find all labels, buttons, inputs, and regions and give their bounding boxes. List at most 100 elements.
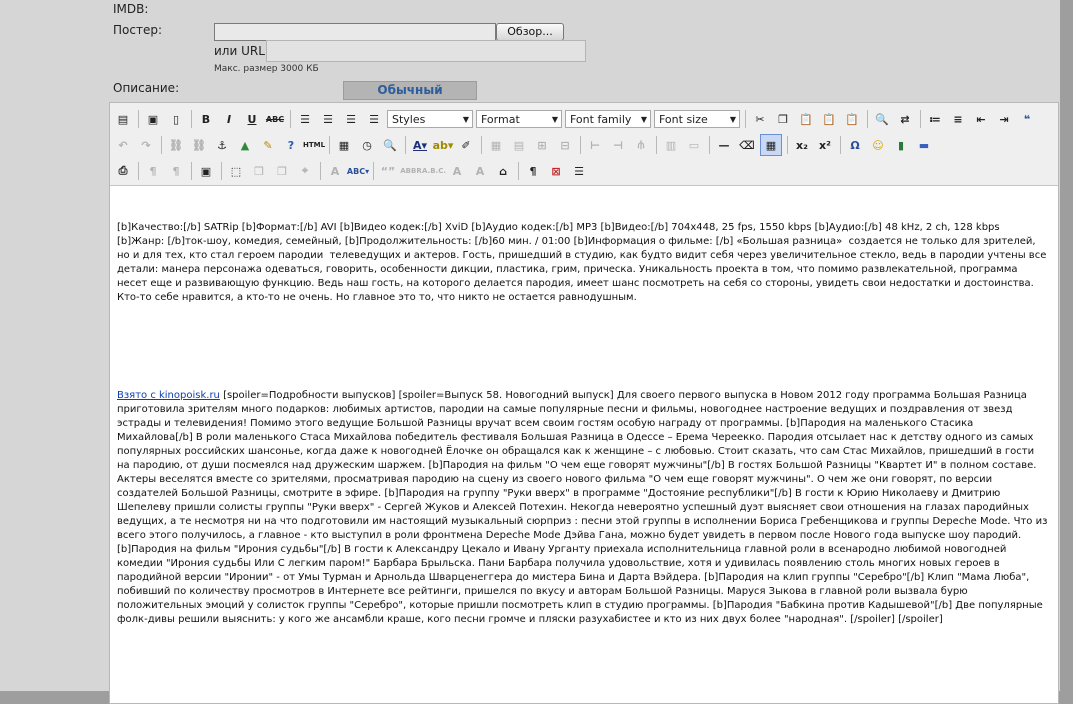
new-document-icon[interactable]: ▤ xyxy=(113,109,133,129)
copy-icon[interactable]: ❐ xyxy=(773,109,793,129)
style-props-icon[interactable]: A xyxy=(325,161,345,181)
styles-select[interactable]: Styles ▼ xyxy=(387,110,473,128)
table-merge-icon[interactable]: ▥ xyxy=(661,135,681,155)
plain-editor-button[interactable]: Обычный редактор xyxy=(343,81,477,114)
table-split-icon[interactable]: ⫛ xyxy=(631,135,651,155)
max-size-note: Макс. размер 3000 КБ xyxy=(214,64,319,74)
insert-time-icon[interactable]: ◷ xyxy=(357,135,377,155)
table-insert-row-icon[interactable]: ⊞ xyxy=(532,135,552,155)
remove-format-icon[interactable]: ⌫ xyxy=(737,135,757,155)
toolbar-separator xyxy=(161,136,162,154)
description-paragraph: [b]Качество:[/b] SATRip [b]Формат:[/b] A… xyxy=(117,222,1050,303)
visual-chars-icon[interactable]: ¶ xyxy=(523,161,543,181)
editor-toolbar: ▤ ▣ ▯ B I U ABC ☰ ☰ ☰ ☰ Styles ▼ Format ▼ … xyxy=(110,103,1058,186)
redo-icon[interactable]: ↷ xyxy=(136,135,156,155)
visual-aid-icon[interactable]: ▦ xyxy=(760,134,782,156)
outdent-icon[interactable]: ⇤ xyxy=(971,109,991,129)
font-family-select[interactable]: Font family ▼ xyxy=(565,110,651,128)
abbr-icon[interactable]: ABBR xyxy=(400,161,421,181)
preview-icon[interactable]: 🔍 xyxy=(380,135,400,155)
table-icon[interactable]: ▦ xyxy=(486,135,506,155)
undo-icon[interactable]: ↶ xyxy=(113,135,133,155)
cite-icon[interactable]: “” xyxy=(378,161,398,181)
ltr-icon[interactable]: ¶ xyxy=(143,161,163,181)
cut-icon[interactable]: ✂ xyxy=(750,109,770,129)
spellcheck-icon[interactable]: ABC▾ xyxy=(347,161,369,181)
strikethrough-icon[interactable]: ABC xyxy=(265,109,285,129)
fullscreen-icon[interactable]: ▣ xyxy=(196,161,216,181)
rich-text-editor: ▤ ▣ ▯ B I U ABC ☰ ☰ ☰ ☰ Styles ▼ Format ▼ … xyxy=(109,102,1059,704)
description-label: Описание: xyxy=(113,81,180,95)
editor-content[interactable]: [b]Качество:[/b] SATRip [b]Формат:[/b] A… xyxy=(117,193,1049,655)
table-insert-col-icon[interactable]: ⊢ xyxy=(585,135,605,155)
page-break-icon[interactable]: ☰ xyxy=(569,161,589,181)
toolbar-separator xyxy=(405,136,406,154)
horizontal-rule-icon[interactable]: — xyxy=(714,135,734,155)
align-left-icon[interactable]: ☰ xyxy=(295,109,315,129)
poster-file-field[interactable] xyxy=(214,23,496,41)
paste-word-icon[interactable]: 📋 xyxy=(842,109,862,129)
format-select[interactable]: Format ▼ xyxy=(476,110,562,128)
special-char-icon[interactable]: Ω xyxy=(845,135,865,155)
poster-label: Постер: xyxy=(113,23,162,37)
new-page-icon[interactable]: ▯ xyxy=(166,109,186,129)
paste-text-icon[interactable]: 📋 xyxy=(819,109,839,129)
replace-icon[interactable]: ⇄ xyxy=(895,109,915,129)
media-icon[interactable]: ▮ xyxy=(891,135,911,155)
table-cell-icon[interactable]: ▭ xyxy=(684,135,704,155)
table-delete-row-icon[interactable]: ⊟ xyxy=(555,135,575,155)
align-justify-icon[interactable]: ☰ xyxy=(364,109,384,129)
absolute-position-icon[interactable]: ⌖ xyxy=(295,161,315,181)
source-link[interactable]: Взято с kinopoisk.ru xyxy=(117,390,220,401)
edit-icon[interactable]: ✐ xyxy=(456,135,476,155)
episodes-paragraph: Взято с kinopoisk.ru [spoiler=Подробност… xyxy=(117,389,1049,627)
poster-url-input[interactable] xyxy=(266,40,586,62)
toolbar-separator xyxy=(518,162,519,180)
align-right-icon[interactable]: ☰ xyxy=(341,109,361,129)
nonbreaking-icon[interactable]: ⊠ xyxy=(546,161,566,181)
text-color-icon[interactable]: A▾ xyxy=(410,135,430,155)
align-center-icon[interactable]: ☰ xyxy=(318,109,338,129)
table-row-icon[interactable]: ▤ xyxy=(509,135,529,155)
emoticon-icon[interactable]: ☺ xyxy=(868,135,888,155)
upload-form: IMDB: Постер: Обзор... или URL Макс. раз… xyxy=(0,0,1060,704)
indent-icon[interactable]: ⇥ xyxy=(994,109,1014,129)
find-icon[interactable]: 🔍 xyxy=(872,109,892,129)
url-label: или URL xyxy=(214,44,265,58)
attributes-icon[interactable]: ⌂ xyxy=(493,161,513,181)
insert-text-icon[interactable]: A xyxy=(470,161,490,181)
html-source-icon[interactable]: HTML xyxy=(303,135,325,155)
help-icon[interactable]: ? xyxy=(281,135,301,155)
bullet-list-icon[interactable]: ≔ xyxy=(925,109,945,129)
subscript-icon[interactable]: x₂ xyxy=(792,135,812,155)
numbered-list-icon[interactable]: ≡ xyxy=(948,109,968,129)
image-icon[interactable]: ▲ xyxy=(235,135,255,155)
paste-icon[interactable]: 📋 xyxy=(796,109,816,129)
font-size-select[interactable]: Font size ▼ xyxy=(654,110,740,128)
direction-icon[interactable]: ▬ xyxy=(914,135,934,155)
bold-icon[interactable]: B xyxy=(196,109,216,129)
italic-icon[interactable]: I xyxy=(219,109,239,129)
superscript-icon[interactable]: x² xyxy=(815,135,835,155)
move-forward-icon[interactable]: ❒ xyxy=(249,161,269,181)
unlink-icon[interactable]: ⛓ xyxy=(189,135,209,155)
table-delete-col-icon[interactable]: ⊣ xyxy=(608,135,628,155)
save-icon[interactable]: ▣ xyxy=(143,109,163,129)
toolbar-row-1: ▤ ▣ ▯ B I U ABC ☰ ☰ ☰ ☰ Styles ▼ Format ▼ … xyxy=(113,107,1040,131)
print-icon[interactable]: ⎙ xyxy=(113,161,133,181)
rtl-icon[interactable]: ¶ xyxy=(166,161,186,181)
underline-icon[interactable]: U xyxy=(242,109,262,129)
acronym-icon[interactable]: A.B.C. xyxy=(422,161,446,181)
cleanup-icon[interactable]: ✎ xyxy=(258,135,278,155)
highlight-color-icon[interactable]: ab▾ xyxy=(433,135,454,155)
link-icon[interactable]: ⛓ xyxy=(166,135,186,155)
insert-layer-icon[interactable]: ⬚ xyxy=(226,161,246,181)
insert-date-icon[interactable]: ▦ xyxy=(334,135,354,155)
anchor-icon[interactable]: ⚓ xyxy=(212,135,232,155)
blockquote-icon[interactable]: ❝ xyxy=(1017,109,1037,129)
move-backward-icon[interactable]: ❒ xyxy=(272,161,292,181)
toolbar-separator xyxy=(320,162,321,180)
delete-text-icon[interactable]: A xyxy=(447,161,467,181)
browse-button[interactable]: Обзор... xyxy=(496,23,564,41)
